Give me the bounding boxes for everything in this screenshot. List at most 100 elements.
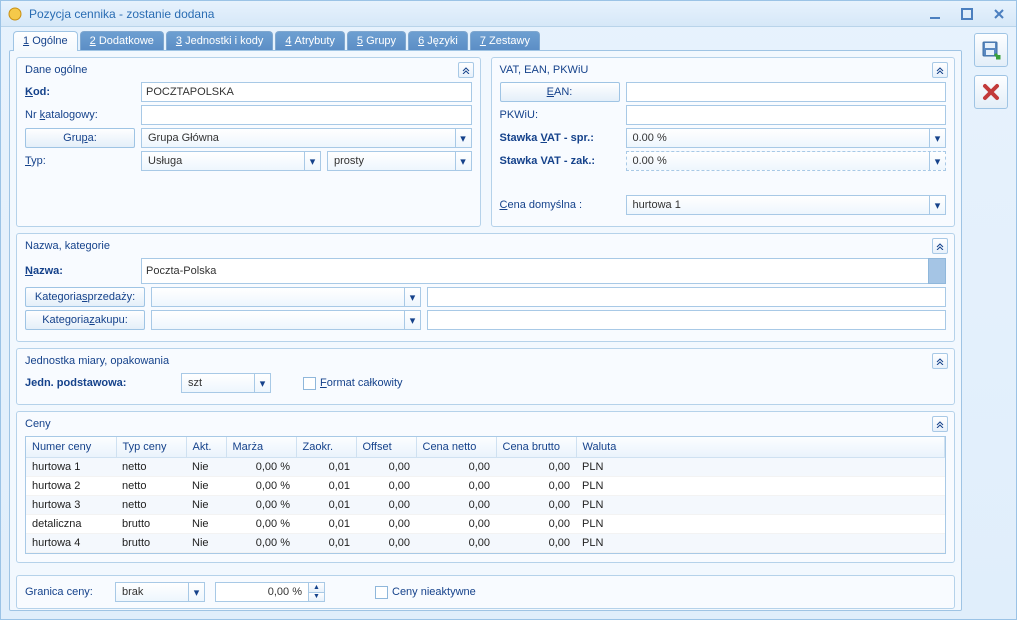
group-title: Dane ogólne (25, 64, 472, 76)
chevron-down-icon: ▾ (404, 288, 420, 306)
kat-sprz-desc-input[interactable] (427, 287, 946, 307)
col-brutto[interactable]: Cena brutto (496, 437, 576, 458)
chevron-down-icon: ▾ (929, 129, 945, 147)
table-row[interactable]: detalicznabruttoNie0,00 %0,010,000,000,0… (26, 515, 945, 534)
group-dane-ogolne: Dane ogólne Kod: Nr katalogowy: (16, 57, 481, 227)
kat-sprz-combo[interactable]: ▾ (151, 287, 421, 307)
nazwa-input[interactable] (141, 258, 928, 284)
grupa-combo[interactable]: Grupa Główna ▾ (141, 128, 472, 148)
nrkat-label: Nr katalogowy: (25, 109, 135, 121)
titlebar: Pozycja cennika - zostanie dodana (1, 1, 1016, 27)
save-button[interactable] (974, 33, 1008, 67)
typ2-combo[interactable]: prosty ▾ (327, 151, 472, 171)
tab-atrybuty[interactable]: 4 Atrybuty (275, 31, 345, 51)
tab-jednostki[interactable]: 3 Jednostki i kody (166, 31, 273, 51)
chevron-down-icon: ▾ (929, 152, 945, 170)
collapse-toggle[interactable] (932, 238, 948, 254)
bottom-bar: Granica ceny: brak ▾ 0,00 % ▲ ▼ (16, 575, 955, 609)
ceny-grid[interactable]: Numer ceny Typ ceny Akt. Marża Zaokr. Of… (25, 436, 946, 554)
group-title: VAT, EAN, PKWiU (500, 64, 947, 76)
chevron-down-icon: ▾ (929, 196, 945, 214)
kod-label: Kod: (25, 86, 135, 98)
nazwa-label: Nazwa: (25, 265, 135, 277)
save-disk-icon (981, 40, 1001, 60)
pkwiu-label: PKWiU: (500, 109, 620, 121)
checkbox-box (303, 377, 316, 390)
ean-button[interactable]: EAN: (500, 82, 620, 102)
tab-grupy[interactable]: 5 Grupy (347, 31, 406, 51)
group-title: Ceny (25, 418, 946, 430)
table-row[interactable]: hurtowa 2nettoNie0,00 %0,010,000,000,00P… (26, 477, 945, 496)
table-row[interactable]: hurtowa 4bruttoNie0,00 %0,010,000,000,00… (26, 534, 945, 553)
cena-dom-combo[interactable]: hurtowa 1 ▾ (626, 195, 947, 215)
typ-label: Typ: (25, 155, 135, 167)
kat-zak-desc-input[interactable] (427, 310, 946, 330)
col-marza[interactable]: Marża (226, 437, 296, 458)
collapse-toggle[interactable] (932, 416, 948, 432)
stawka-spr-combo[interactable]: 0.00 % ▾ (626, 128, 947, 148)
spinner-value: 0,00 % (216, 583, 308, 601)
chevron-down-icon: ▾ (455, 152, 471, 170)
kat-zak-button[interactable]: Kategoria zakupu: (25, 310, 145, 330)
nazwa-expand-button[interactable] (928, 258, 946, 284)
minimize-button[interactable] (924, 5, 946, 23)
kat-zak-combo[interactable]: ▾ (151, 310, 421, 330)
jedn-podst-combo[interactable]: szt ▾ (181, 373, 271, 393)
col-typ[interactable]: Typ ceny (116, 437, 186, 458)
col-netto[interactable]: Cena netto (416, 437, 496, 458)
col-zaokr[interactable]: Zaokr. (296, 437, 356, 458)
group-vat: VAT, EAN, PKWiU EAN: PKWiU: (491, 57, 956, 227)
table-row[interactable]: hurtowa 3nettoNie0,00 %0,010,000,000,00P… (26, 496, 945, 515)
col-offset[interactable]: Offset (356, 437, 416, 458)
stawka-zak-combo[interactable]: 0.00 % ▾ (626, 151, 947, 171)
col-akt[interactable]: Akt. (186, 437, 226, 458)
chevron-down-icon: ▾ (254, 374, 270, 392)
format-calkowity-checkbox[interactable]: Format całkowity (303, 377, 403, 390)
tab-jezyki[interactable]: 6 Języki (408, 31, 468, 51)
close-button[interactable] (988, 5, 1010, 23)
right-toolbar (966, 27, 1016, 619)
close-x-icon (982, 83, 1000, 101)
kod-input[interactable] (141, 82, 472, 102)
granica-combo[interactable]: brak ▾ (115, 582, 205, 602)
chevron-down-icon: ▾ (304, 152, 320, 170)
cena-dom-label: Cena domyślna : (500, 199, 620, 211)
spin-up-button[interactable]: ▲ (309, 583, 324, 592)
group-ceny: Ceny Numer ceny Typ ceny Akt. Marża (16, 411, 955, 563)
spin-down-button[interactable]: ▼ (309, 592, 324, 602)
jedn-podst-label: Jedn. podstawowa: (25, 377, 175, 389)
granica-percent-spinner[interactable]: 0,00 % ▲ ▼ (215, 582, 325, 602)
kat-sprz-button[interactable]: Kategoria sprzedaży: (25, 287, 145, 307)
price-item-window: Pozycja cennika - zostanie dodana 1 Ogól… (0, 0, 1017, 620)
window-title: Pozycja cennika - zostanie dodana (29, 7, 214, 21)
maximize-button[interactable] (956, 5, 978, 23)
group-title: Nazwa, kategorie (25, 240, 946, 252)
checkbox-box (375, 586, 388, 599)
group-title: Jednostka miary, opakowania (25, 355, 946, 367)
tab-ogolne[interactable]: 1 Ogólne (13, 31, 78, 51)
tab-zestawy[interactable]: 7 Zestawy (470, 31, 540, 51)
nrkat-input[interactable] (141, 105, 472, 125)
col-waluta[interactable]: Waluta (576, 437, 945, 458)
chevron-down-icon: ▾ (404, 311, 420, 329)
col-numer[interactable]: Numer ceny (26, 437, 116, 458)
collapse-toggle[interactable] (932, 62, 948, 78)
chevron-down-icon: ▾ (188, 583, 204, 601)
pkwiu-input[interactable] (626, 105, 947, 125)
collapse-toggle[interactable] (932, 353, 948, 369)
cancel-button[interactable] (974, 75, 1008, 109)
ean-input[interactable] (626, 82, 947, 102)
app-icon (7, 6, 23, 22)
table-row[interactable]: hurtowa 1nettoNie0,00 %0,010,000,000,00P… (26, 458, 945, 477)
group-jednostka: Jednostka miary, opakowania Jedn. podsta… (16, 348, 955, 405)
typ1-combo[interactable]: Usługa ▾ (141, 151, 321, 171)
chevron-down-icon: ▾ (455, 129, 471, 147)
stawka-zak-label: Stawka VAT - zak.: (500, 155, 620, 167)
tab-body-ogolne: Dane ogólne Kod: Nr katalogowy: (9, 50, 962, 611)
grid-header-row: Numer ceny Typ ceny Akt. Marża Zaokr. Of… (26, 437, 945, 458)
collapse-toggle[interactable] (458, 62, 474, 78)
tab-dodatkowe[interactable]: 2 Dodatkowe (80, 31, 164, 51)
grupa-button[interactable]: Grupa: (25, 128, 135, 148)
granica-label: Granica ceny: (25, 586, 105, 598)
ceny-nieaktywne-checkbox[interactable]: Ceny nieaktywne (375, 586, 476, 599)
